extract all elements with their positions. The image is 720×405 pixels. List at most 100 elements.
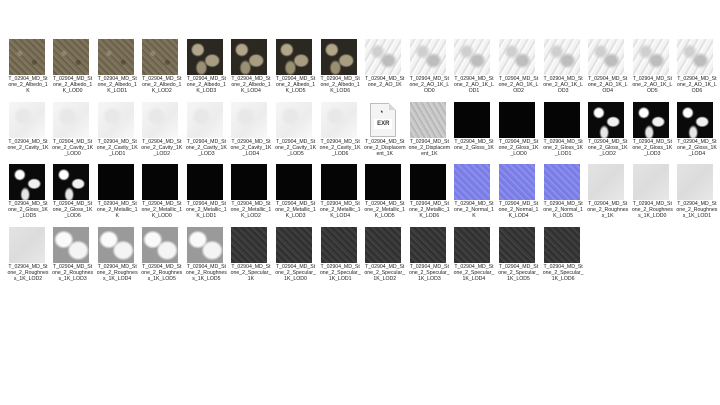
file-name-label: T_02904_MD_Stone_2_Roughness_1K_LOD5 (141, 263, 183, 282)
file-name-label: T_02904_MD_Stone_2_Metallic_1K (96, 201, 138, 220)
file-name-label: T_02904_MD_Stone_2_AO_1K_LOD2 (498, 76, 539, 95)
file-name-label: T_02904_MD_Stone_2_Roughness_1K_LOD3 (52, 263, 94, 282)
file-name-label: T_02904_MD_Stone_2_Metallic_1K_LOD4 (319, 201, 361, 220)
file-item[interactable]: T_02904_MD_Stone_2_AO_1K_LOD1 (453, 39, 498, 102)
file-name-label: T_02904_MD_Stone_2_AO_1K_LOD3 (543, 76, 584, 95)
file-item[interactable]: T_02904_MD_Stone_2_Roughness_1K_LOD3 (52, 226, 97, 290)
file-item[interactable]: T_02904_MD_Stone_2_Cavity_1K_LOD3 (185, 101, 230, 165)
file-thumbnail (8, 226, 45, 263)
file-name-label: T_02904_MD_Stone_2_Albedo_1K_LOD3 (186, 76, 226, 95)
file-thumbnail (677, 101, 714, 138)
file-thumbnail (499, 39, 536, 75)
file-item[interactable]: T_02904_MD_Stone_2_Specular_1K_LOD2 (364, 226, 409, 290)
file-item[interactable]: T_02904_MD_Stone_2_Cavity_1K_LOD5 (275, 101, 320, 165)
file-item[interactable]: T_02904_MD_Stone_2_Albedo_1K_LOD5 (275, 39, 320, 102)
file-name-label: T_02904_MD_Stone_2_Specular_1K_LOD5 (498, 263, 539, 282)
file-name-label: T_02904_MD_Stone_2_Specular_1K_LOD0 (275, 263, 316, 282)
file-thumbnail (632, 101, 669, 138)
file-item[interactable]: T_02904_MD_Stone_2_Specular_1K_LOD5 (498, 226, 543, 290)
file-name-label: T_02904_MD_Stone_2_Albedo_1K (8, 76, 48, 95)
file-item[interactable]: T_02904_MD_Stone_2_Albedo_1K_LOD4 (230, 39, 275, 102)
file-item[interactable]: T_02904_MD_Stone_2_AO_1K_LOD6 (676, 39, 720, 102)
file-item[interactable]: T_02904_MD_Stone_2_Metallic_1K_LOD6 (408, 164, 453, 227)
file-item[interactable]: T_02904_MD_Stone_2_Cavity_1K (7, 101, 52, 165)
file-item[interactable]: T_02904_MD_Stone_2_Specular_1K_LOD3 (408, 226, 453, 290)
file-item[interactable]: T_02904_MD_Stone_2_Roughness_1K_LOD4 (96, 226, 141, 290)
file-item[interactable]: T_02904_MD_Stone_2_Gloss_1K_LOD3 (631, 101, 676, 165)
file-name-label: T_02904_MD_Stone_2_Albedo_1K_LOD1 (97, 76, 137, 95)
file-item[interactable]: T_02904_MD_Stone_2_Albedo_1K (7, 39, 52, 102)
file-item[interactable]: T_02904_MD_Stone_2_Gloss_1K_LOD5 (7, 164, 52, 227)
file-item[interactable]: T_02904_MD_Stone_2_Albedo_1K_LOD2 (141, 39, 186, 102)
file-thumbnail (186, 39, 223, 75)
file-item[interactable]: T_02904_MD_Stone_2_AO_1K_LOD0 (408, 39, 453, 102)
file-thumbnail (320, 101, 357, 138)
file-item[interactable]: T_02904_MD_Stone_2_Roughness_1K_LOD5 (141, 226, 186, 290)
file-thumbnail (97, 226, 134, 263)
file-item[interactable]: T_02904_MD_Stone_2_Albedo_1K_LOD1 (96, 39, 141, 102)
file-type-badge: EXR (374, 118, 393, 129)
file-item[interactable]: T_02904_MD_Stone_2_Specular_1K (230, 226, 275, 290)
file-name-label: T_02904_MD_Stone_2_Gloss_1K (454, 138, 494, 151)
file-item[interactable]: T_02904_MD_Stone_2_Specular_1K_LOD6 (542, 226, 587, 290)
file-item[interactable]: T_02904_MD_Stone_2_Albedo_1K_LOD6 (319, 39, 364, 102)
file-item[interactable]: T_02904_MD_Stone_2_Metallic_1K_LOD1 (185, 164, 230, 227)
file-item[interactable]: T_02904_MD_Stone_2_AO_1K (364, 39, 409, 102)
file-item[interactable]: T_02904_MD_Stone_2_Cavity_1K_LOD4 (230, 101, 275, 165)
file-item[interactable]: T_02904_MD_Stone_2_Metallic_1K_LOD3 (275, 164, 320, 227)
file-item[interactable]: T_02904_MD_Stone_2_Roughness_1K_LOD2 (7, 226, 52, 290)
file-thumbnail (186, 164, 223, 200)
file-item[interactable]: T_02904_MD_Stone_2_Albedo_1K_LOD3 (185, 39, 230, 102)
file-name-label: T_02904_MD_Stone_2_AO_1K_LOD5 (632, 76, 673, 95)
file-item[interactable]: ◔ EXR T_02904_MD_Stone_2_Displacement_1K (364, 102, 409, 165)
file-item[interactable]: T_02904_MD_Stone_2_Displacement_1K (408, 101, 453, 165)
file-item[interactable]: T_02904_MD_Stone_2_Metallic_1K_LOD4 (319, 164, 364, 227)
file-item[interactable]: T_02904_MD_Stone_2_Metallic_1K_LOD5 (364, 164, 409, 227)
file-item[interactable]: T_02904_MD_Stone_2_Gloss_1K_LOD2 (587, 101, 632, 165)
file-thumbnail: ◔ EXR (365, 102, 401, 138)
file-grid: T_02904_MD_Stone_2_Albedo_1K T_02904_MD_S… (7, 39, 720, 289)
file-name-label: T_02904_MD_Stone_2_Metallic_1K_LOD6 (409, 201, 450, 220)
file-item[interactable]: T_02904_MD_Stone_2_Cavity_1K_LOD1 (96, 101, 141, 165)
file-thumbnail (231, 101, 268, 138)
file-item[interactable]: T_02904_MD_Stone_2_Specular_1K_LOD4 (453, 226, 498, 290)
file-item[interactable]: T_02904_MD_Stone_2_Roughness_1K_LOD5 (185, 226, 230, 290)
file-name-label: T_02904_MD_Stone_2_Cavity_1K_LOD4 (230, 138, 272, 157)
file-item[interactable]: T_02904_MD_Stone_2_Specular_1K_LOD0 (275, 226, 320, 290)
file-name-label: T_02904_MD_Stone_2_Roughness_1K_LOD1 (676, 201, 718, 220)
file-item[interactable]: T_02904_MD_Stone_2_Gloss_1K_LOD1 (542, 101, 587, 165)
file-name-label: T_02904_MD_Stone_2_Gloss_1K_LOD6 (52, 201, 93, 220)
file-item[interactable]: T_02904_MD_Stone_2_Gloss_1K_LOD6 (52, 164, 97, 227)
file-item[interactable]: T_02904_MD_Stone_2_Cavity_1K_LOD2 (141, 101, 186, 165)
file-item[interactable]: T_02904_MD_Stone_2_Roughness_1K (587, 164, 632, 227)
file-name-label: T_02904_MD_Stone_2_Gloss_1K_LOD0 (498, 138, 539, 157)
page-fold-icon (389, 102, 397, 110)
file-item[interactable]: T_02904_MD_Stone_2_AO_1K_LOD3 (542, 39, 587, 102)
file-thumbnail (53, 164, 90, 200)
file-item[interactable]: T_02904_MD_Stone_2_Specular_1K_LOD1 (319, 226, 364, 290)
file-item[interactable]: T_02904_MD_Stone_2_Cavity_1K_LOD0 (52, 101, 97, 165)
file-item[interactable]: T_02904_MD_Stone_2_AO_1K_LOD4 (587, 39, 632, 102)
file-item[interactable]: T_02904_MD_Stone_2_Metallic_1K (96, 164, 141, 227)
file-item[interactable]: T_02904_MD_Stone_2_Roughness_1K_LOD1 (676, 164, 720, 227)
file-thumbnail (543, 39, 580, 75)
file-item[interactable]: T_02904_MD_Stone_2_Normal_1K (453, 164, 498, 227)
file-item[interactable]: T_02904_MD_Stone_2_Metallic_1K_LOD2 (230, 164, 275, 227)
file-thumbnail (588, 101, 625, 138)
file-item[interactable]: T_02904_MD_Stone_2_Gloss_1K_LOD4 (676, 101, 720, 165)
file-item[interactable]: T_02904_MD_Stone_2_Normal_1K_LOD5 (542, 164, 587, 227)
file-name-label: T_02904_MD_Stone_2_Metallic_1K_LOD3 (275, 201, 316, 220)
file-item[interactable]: T_02904_MD_Stone_2_AO_1K_LOD5 (631, 39, 676, 102)
file-item[interactable]: T_02904_MD_Stone_2_Albedo_1K_LOD0 (52, 39, 97, 102)
file-item[interactable]: T_02904_MD_Stone_2_Normal_1K_LOD4 (498, 164, 543, 227)
file-item[interactable]: T_02904_MD_Stone_2_Gloss_1K_LOD0 (498, 101, 543, 165)
file-thumbnail (53, 101, 90, 138)
exr-file-icon: ◔ EXR (370, 102, 397, 137)
file-thumbnail (231, 164, 268, 200)
file-item[interactable]: T_02904_MD_Stone_2_Cavity_1K_LOD6 (319, 101, 364, 165)
file-thumbnail (320, 39, 357, 75)
file-item[interactable]: T_02904_MD_Stone_2_Roughness_1K_LOD0 (631, 164, 676, 227)
file-item[interactable]: T_02904_MD_Stone_2_Gloss_1K (453, 101, 498, 165)
file-item[interactable]: T_02904_MD_Stone_2_Metallic_1K_LOD0 (141, 164, 186, 227)
file-item[interactable]: T_02904_MD_Stone_2_AO_1K_LOD2 (498, 39, 543, 102)
